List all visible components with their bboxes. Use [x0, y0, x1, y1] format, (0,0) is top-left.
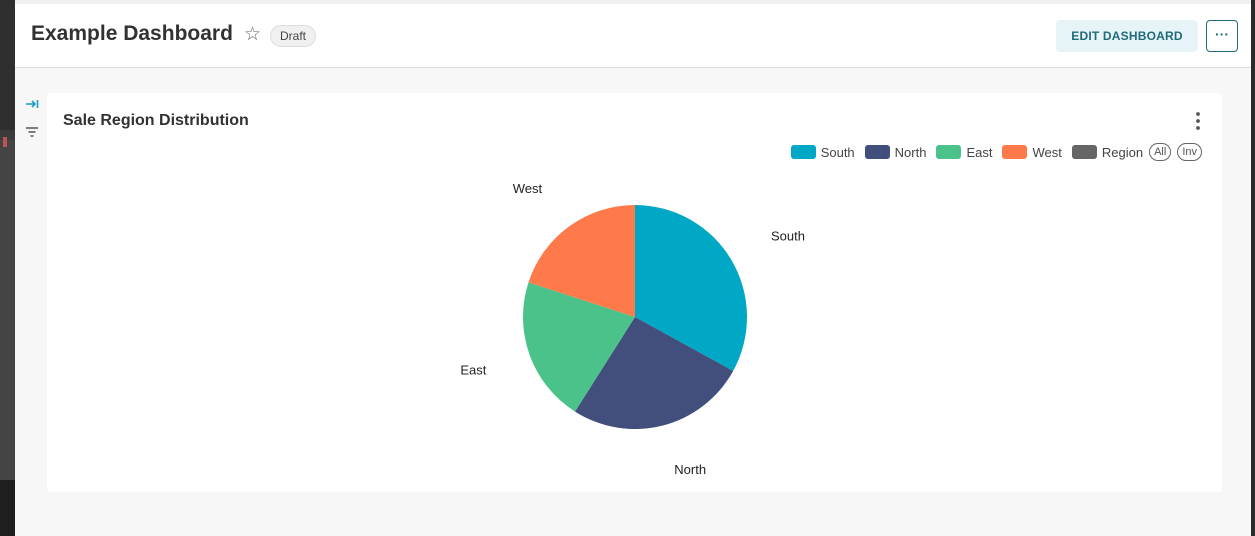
expand-panel-icon[interactable] [24, 96, 40, 112]
status-badge: Draft [270, 25, 317, 47]
left-edge-segment [0, 0, 15, 130]
filter-icon[interactable] [24, 124, 40, 140]
edit-dashboard-button[interactable]: EDIT DASHBOARD [1056, 20, 1198, 52]
dashboard-header: Example Dashboard ☆ Draft EDIT DASHBOARD… [15, 0, 1251, 68]
pie-label-east: East [460, 363, 486, 378]
favorite-star-icon[interactable]: ☆ [244, 25, 264, 45]
pie-label-north: North [674, 462, 706, 477]
chart-card: Sale Region Distribution South North East W… [47, 93, 1222, 492]
left-edge-marker [3, 137, 7, 147]
pie-chart: South North East West [460, 181, 805, 477]
pie-label-west: West [513, 181, 543, 196]
right-edge-strip [1251, 0, 1255, 536]
pie-label-south: South [771, 229, 805, 244]
more-options-button[interactable]: ··· [1206, 20, 1238, 52]
left-edge-segment [0, 140, 15, 480]
left-edge-strip [0, 0, 15, 536]
page-title: Example Dashboard [31, 22, 233, 45]
left-edge-segment [0, 480, 15, 536]
